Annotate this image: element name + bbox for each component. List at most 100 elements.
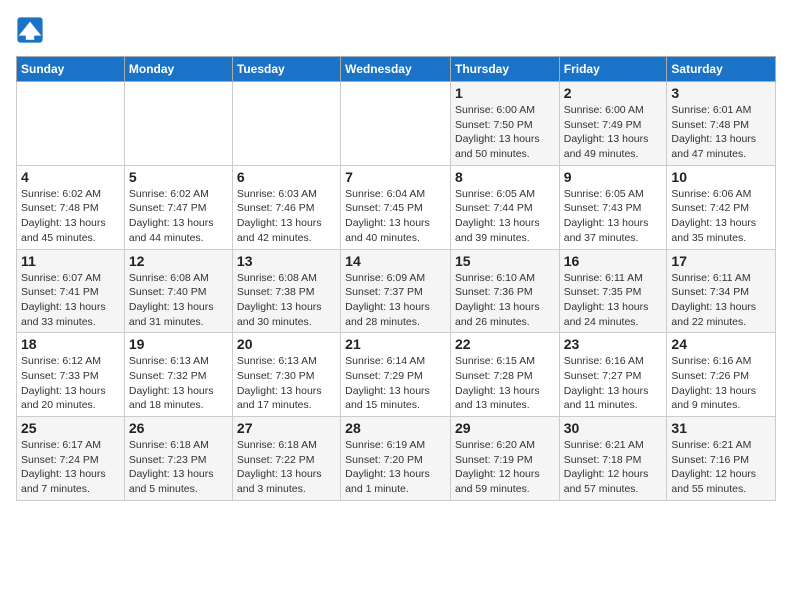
- day-detail: Sunrise: 6:02 AM Sunset: 7:47 PM Dayligh…: [129, 187, 228, 246]
- calendar-week-row: 11Sunrise: 6:07 AM Sunset: 7:41 PM Dayli…: [17, 249, 776, 333]
- day-detail: Sunrise: 6:00 AM Sunset: 7:50 PM Dayligh…: [455, 103, 555, 162]
- calendar-cell: 27 Sunrise: 6:18 AM Sunset: 7:22 PM Dayli…: [232, 417, 340, 501]
- calendar-cell: 19Sunrise: 6:13 AM Sunset: 7:32 PM Dayli…: [124, 333, 232, 417]
- calendar-cell: [232, 82, 340, 166]
- day-detail: Sunrise: 6:21 AM Sunset: 7:18 PM Dayligh…: [564, 438, 663, 497]
- column-header-saturday: Saturday: [667, 57, 776, 82]
- day-number: 1: [455, 85, 555, 101]
- column-header-thursday: Thursday: [450, 57, 559, 82]
- day-number: 23: [564, 336, 663, 352]
- calendar-cell: 14Sunrise: 6:09 AM Sunset: 7:37 PM Dayli…: [341, 249, 451, 333]
- calendar-cell: 8 Sunrise: 6:05 AM Sunset: 7:44 PM Daylig…: [450, 165, 559, 249]
- calendar-cell: 26 Sunrise: 6:18 AM Sunset: 7:23 PM Dayli…: [124, 417, 232, 501]
- calendar-cell: 22 Sunrise: 6:15 AM Sunset: 7:28 PM Dayli…: [450, 333, 559, 417]
- day-detail: Sunrise: 6:16 AM Sunset: 7:27 PM Dayligh…: [564, 354, 663, 413]
- day-number: 22: [455, 336, 555, 352]
- day-detail: Sunrise: 6:02 AM Sunset: 7:48 PM Dayligh…: [21, 187, 120, 246]
- day-detail: Sunrise: 6:18 AM Sunset: 7:22 PM Dayligh…: [237, 438, 336, 497]
- day-detail: Sunrise: 6:01 AM Sunset: 7:48 PM Dayligh…: [671, 103, 771, 162]
- calendar-cell: 31 Sunrise: 6:21 AM Sunset: 7:16 PM Dayli…: [667, 417, 776, 501]
- calendar-cell: 9Sunrise: 6:05 AM Sunset: 7:43 PM Daylig…: [559, 165, 667, 249]
- calendar-cell: 1 Sunrise: 6:00 AM Sunset: 7:50 PM Daylig…: [450, 82, 559, 166]
- calendar-cell: 5 Sunrise: 6:02 AM Sunset: 7:47 PM Daylig…: [124, 165, 232, 249]
- day-number: 21: [345, 336, 446, 352]
- calendar-cell: 21 Sunrise: 6:14 AM Sunset: 7:29 PM Dayli…: [341, 333, 451, 417]
- day-number: 16: [564, 253, 663, 269]
- day-number: 30: [564, 420, 663, 436]
- day-detail: Sunrise: 6:08 AM Sunset: 7:38 PM Dayligh…: [237, 271, 336, 330]
- day-number: 7: [345, 169, 446, 185]
- calendar-cell: 18Sunrise: 6:12 AM Sunset: 7:33 PM Dayli…: [17, 333, 125, 417]
- calendar-cell: [341, 82, 451, 166]
- column-header-tuesday: Tuesday: [232, 57, 340, 82]
- day-number: 26: [129, 420, 228, 436]
- day-detail: Sunrise: 6:17 AM Sunset: 7:24 PM Dayligh…: [21, 438, 120, 497]
- column-header-sunday: Sunday: [17, 57, 125, 82]
- day-detail: Sunrise: 6:11 AM Sunset: 7:35 PM Dayligh…: [564, 271, 663, 330]
- day-number: 10: [671, 169, 771, 185]
- column-header-monday: Monday: [124, 57, 232, 82]
- day-number: 27: [237, 420, 336, 436]
- logo-icon: [16, 16, 44, 44]
- calendar-cell: 10 Sunrise: 6:06 AM Sunset: 7:42 PM Dayli…: [667, 165, 776, 249]
- day-detail: Sunrise: 6:12 AM Sunset: 7:33 PM Dayligh…: [21, 354, 120, 413]
- calendar-cell: 2 Sunrise: 6:00 AM Sunset: 7:49 PM Daylig…: [559, 82, 667, 166]
- calendar-week-row: 4Sunrise: 6:02 AM Sunset: 7:48 PM Daylig…: [17, 165, 776, 249]
- day-detail: Sunrise: 6:15 AM Sunset: 7:28 PM Dayligh…: [455, 354, 555, 413]
- day-number: 6: [237, 169, 336, 185]
- day-number: 20: [237, 336, 336, 352]
- day-number: 13: [237, 253, 336, 269]
- day-detail: Sunrise: 6:10 AM Sunset: 7:36 PM Dayligh…: [455, 271, 555, 330]
- day-detail: Sunrise: 6:09 AM Sunset: 7:37 PM Dayligh…: [345, 271, 446, 330]
- day-number: 2: [564, 85, 663, 101]
- day-detail: Sunrise: 6:11 AM Sunset: 7:34 PM Dayligh…: [671, 271, 771, 330]
- day-detail: Sunrise: 6:20 AM Sunset: 7:19 PM Dayligh…: [455, 438, 555, 497]
- day-detail: Sunrise: 6:00 AM Sunset: 7:49 PM Dayligh…: [564, 103, 663, 162]
- calendar-cell: 12Sunrise: 6:08 AM Sunset: 7:40 PM Dayli…: [124, 249, 232, 333]
- day-detail: Sunrise: 6:21 AM Sunset: 7:16 PM Dayligh…: [671, 438, 771, 497]
- day-number: 29: [455, 420, 555, 436]
- calendar-cell: 3 Sunrise: 6:01 AM Sunset: 7:48 PM Daylig…: [667, 82, 776, 166]
- day-detail: Sunrise: 6:14 AM Sunset: 7:29 PM Dayligh…: [345, 354, 446, 413]
- calendar-cell: 24 Sunrise: 6:16 AM Sunset: 7:26 PM Dayli…: [667, 333, 776, 417]
- calendar-cell: 25Sunrise: 6:17 AM Sunset: 7:24 PM Dayli…: [17, 417, 125, 501]
- day-number: 9: [564, 169, 663, 185]
- calendar-cell: 17 Sunrise: 6:11 AM Sunset: 7:34 PM Dayli…: [667, 249, 776, 333]
- calendar-cell: 13 Sunrise: 6:08 AM Sunset: 7:38 PM Dayli…: [232, 249, 340, 333]
- day-number: 24: [671, 336, 771, 352]
- day-number: 5: [129, 169, 228, 185]
- column-header-wednesday: Wednesday: [341, 57, 451, 82]
- calendar-cell: 11Sunrise: 6:07 AM Sunset: 7:41 PM Dayli…: [17, 249, 125, 333]
- day-detail: Sunrise: 6:18 AM Sunset: 7:23 PM Dayligh…: [129, 438, 228, 497]
- day-detail: Sunrise: 6:04 AM Sunset: 7:45 PM Dayligh…: [345, 187, 446, 246]
- day-detail: Sunrise: 6:03 AM Sunset: 7:46 PM Dayligh…: [237, 187, 336, 246]
- day-detail: Sunrise: 6:19 AM Sunset: 7:20 PM Dayligh…: [345, 438, 446, 497]
- calendar-table: SundayMondayTuesdayWednesdayThursdayFrid…: [16, 56, 776, 501]
- calendar-cell: 29 Sunrise: 6:20 AM Sunset: 7:19 PM Dayli…: [450, 417, 559, 501]
- day-number: 15: [455, 253, 555, 269]
- logo: [16, 16, 48, 44]
- day-number: 3: [671, 85, 771, 101]
- calendar-cell: 4Sunrise: 6:02 AM Sunset: 7:48 PM Daylig…: [17, 165, 125, 249]
- day-number: 31: [671, 420, 771, 436]
- calendar-week-row: 25Sunrise: 6:17 AM Sunset: 7:24 PM Dayli…: [17, 417, 776, 501]
- day-detail: Sunrise: 6:05 AM Sunset: 7:44 PM Dayligh…: [455, 187, 555, 246]
- calendar-week-row: 1 Sunrise: 6:00 AM Sunset: 7:50 PM Daylig…: [17, 82, 776, 166]
- day-number: 28: [345, 420, 446, 436]
- day-number: 17: [671, 253, 771, 269]
- day-number: 11: [21, 253, 120, 269]
- calendar-cell: 15 Sunrise: 6:10 AM Sunset: 7:36 PM Dayli…: [450, 249, 559, 333]
- calendar-cell: [124, 82, 232, 166]
- day-number: 12: [129, 253, 228, 269]
- day-detail: Sunrise: 6:13 AM Sunset: 7:32 PM Dayligh…: [129, 354, 228, 413]
- calendar-cell: 7 Sunrise: 6:04 AM Sunset: 7:45 PM Daylig…: [341, 165, 451, 249]
- calendar-cell: 28 Sunrise: 6:19 AM Sunset: 7:20 PM Dayli…: [341, 417, 451, 501]
- calendar-cell: 30 Sunrise: 6:21 AM Sunset: 7:18 PM Dayli…: [559, 417, 667, 501]
- calendar-header-row: SundayMondayTuesdayWednesdayThursdayFrid…: [17, 57, 776, 82]
- calendar-cell: 6 Sunrise: 6:03 AM Sunset: 7:46 PM Daylig…: [232, 165, 340, 249]
- calendar-cell: [17, 82, 125, 166]
- day-detail: Sunrise: 6:16 AM Sunset: 7:26 PM Dayligh…: [671, 354, 771, 413]
- day-detail: Sunrise: 6:06 AM Sunset: 7:42 PM Dayligh…: [671, 187, 771, 246]
- calendar-cell: 23 Sunrise: 6:16 AM Sunset: 7:27 PM Dayli…: [559, 333, 667, 417]
- day-number: 8: [455, 169, 555, 185]
